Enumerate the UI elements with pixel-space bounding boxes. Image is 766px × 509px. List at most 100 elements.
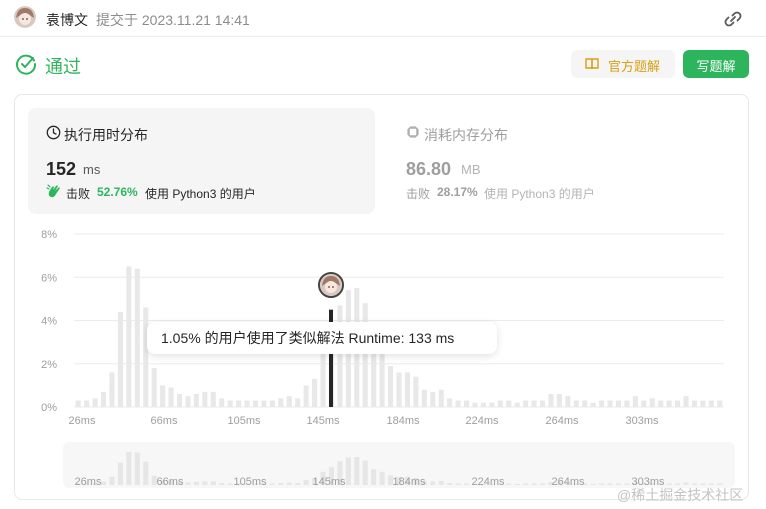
overview-bar [219, 482, 225, 485]
chart-bar [548, 394, 554, 407]
x-tick-label: 105ms [227, 415, 261, 427]
chart-bar [683, 396, 689, 407]
chart-bar [447, 398, 453, 407]
overview-bar [599, 483, 605, 485]
chart-bar [708, 400, 714, 407]
chart-bar [379, 350, 385, 407]
overview-tick-label: 145ms [312, 476, 346, 488]
chart-bar [666, 400, 672, 407]
chart-bar [523, 400, 529, 407]
chart-bar [607, 400, 613, 407]
chart-tooltip: 1.05% 的用户使用了类似解法 Runtime: 133 ms [147, 322, 497, 354]
chart-bar [92, 398, 98, 407]
runtime-distribution-chart: 0% 2% 4% 6% 8% 26ms 66ms 105ms 145ms 184ms 224ms 26… [41, 229, 724, 488]
overview-bar [143, 461, 149, 485]
overview-bar [345, 457, 351, 485]
overview-tick-label: 184ms [392, 476, 426, 488]
chart-bar [430, 391, 436, 407]
overview-tick-label: 105ms [233, 476, 267, 488]
chart-bar [75, 400, 81, 407]
x-tick-label: 145ms [306, 415, 340, 427]
chart-bar [185, 396, 191, 407]
chart-bar [717, 400, 723, 407]
chart-bar [582, 400, 588, 407]
chart-bar [556, 394, 562, 407]
chart-bar [565, 396, 571, 407]
y-tick-label: 8% [41, 229, 57, 241]
overview-tick-label: 26ms [75, 476, 102, 488]
overview-bar [101, 481, 107, 485]
x-tick-label: 184ms [386, 415, 420, 427]
x-tick-label: 224ms [465, 415, 499, 427]
chart-bar [531, 400, 537, 407]
chart-bar [464, 400, 470, 407]
overview-bar [126, 451, 132, 485]
chart-bar [675, 400, 681, 407]
chart-bar [480, 402, 486, 407]
overview-bar [531, 483, 537, 485]
chart-bar [632, 396, 638, 407]
chart-bar [514, 402, 520, 407]
chart-bar [244, 400, 250, 407]
overview-bar [523, 483, 529, 485]
overview-tick-label: 264ms [551, 476, 585, 488]
overview-bar [607, 483, 613, 485]
overview-bar [134, 452, 140, 485]
overview-bar [278, 482, 284, 485]
chart-bar [362, 303, 368, 407]
chart-bar [109, 372, 115, 407]
overview-bar [295, 482, 301, 485]
overview-bar [210, 481, 216, 485]
chart-bar [151, 368, 157, 407]
chart-bar [193, 394, 199, 407]
chart-bar [261, 400, 267, 407]
chart-bar [472, 402, 478, 407]
chart-bar [168, 387, 174, 407]
chart-bar [615, 400, 622, 407]
y-tick-label: 4% [41, 316, 57, 328]
chart-bar [84, 400, 90, 407]
chart-bar [455, 400, 461, 407]
chart-bar [539, 400, 546, 407]
chart-bar [176, 394, 183, 407]
overview-tick-label: 66ms [157, 476, 184, 488]
overview-bar [269, 483, 275, 485]
overview-bar [514, 483, 520, 485]
overview-bar [185, 482, 191, 485]
x-tick-label: 303ms [625, 415, 659, 427]
chart-bar [421, 389, 427, 407]
overview-tick-label: 224ms [471, 476, 505, 488]
y-tick-label: 0% [41, 402, 57, 414]
chart-bar [134, 268, 140, 407]
chart-bar [312, 378, 318, 407]
chart-bar [590, 402, 596, 407]
chart-bar [303, 385, 309, 407]
chart-bar [438, 389, 444, 407]
chart-bar [227, 400, 233, 407]
chart-bar [691, 400, 697, 407]
overview-bar [430, 481, 436, 485]
chart-bar [649, 398, 655, 407]
chart-bar [219, 398, 225, 407]
overview-bar [109, 476, 115, 485]
overview-bar [354, 457, 360, 485]
chart-bar [269, 400, 275, 407]
chart-bar [117, 311, 123, 407]
chart-bar [252, 400, 259, 407]
chart-bar [506, 400, 512, 407]
overview-bar [371, 469, 377, 485]
overview-bar [227, 483, 233, 485]
overview-bar [193, 481, 199, 485]
chart-bar [320, 350, 326, 407]
overview-bar [506, 483, 512, 485]
overview-bar [455, 483, 461, 485]
y-tick-label: 2% [41, 359, 57, 371]
overview-bar [590, 483, 596, 485]
x-tick-label: 66ms [151, 415, 178, 427]
chart-bar [160, 385, 166, 407]
chart-bar [641, 400, 647, 407]
chart-bar [658, 400, 664, 407]
highlight-avatar [318, 272, 344, 298]
chart-bar [202, 391, 208, 407]
chart-bar [388, 365, 394, 407]
